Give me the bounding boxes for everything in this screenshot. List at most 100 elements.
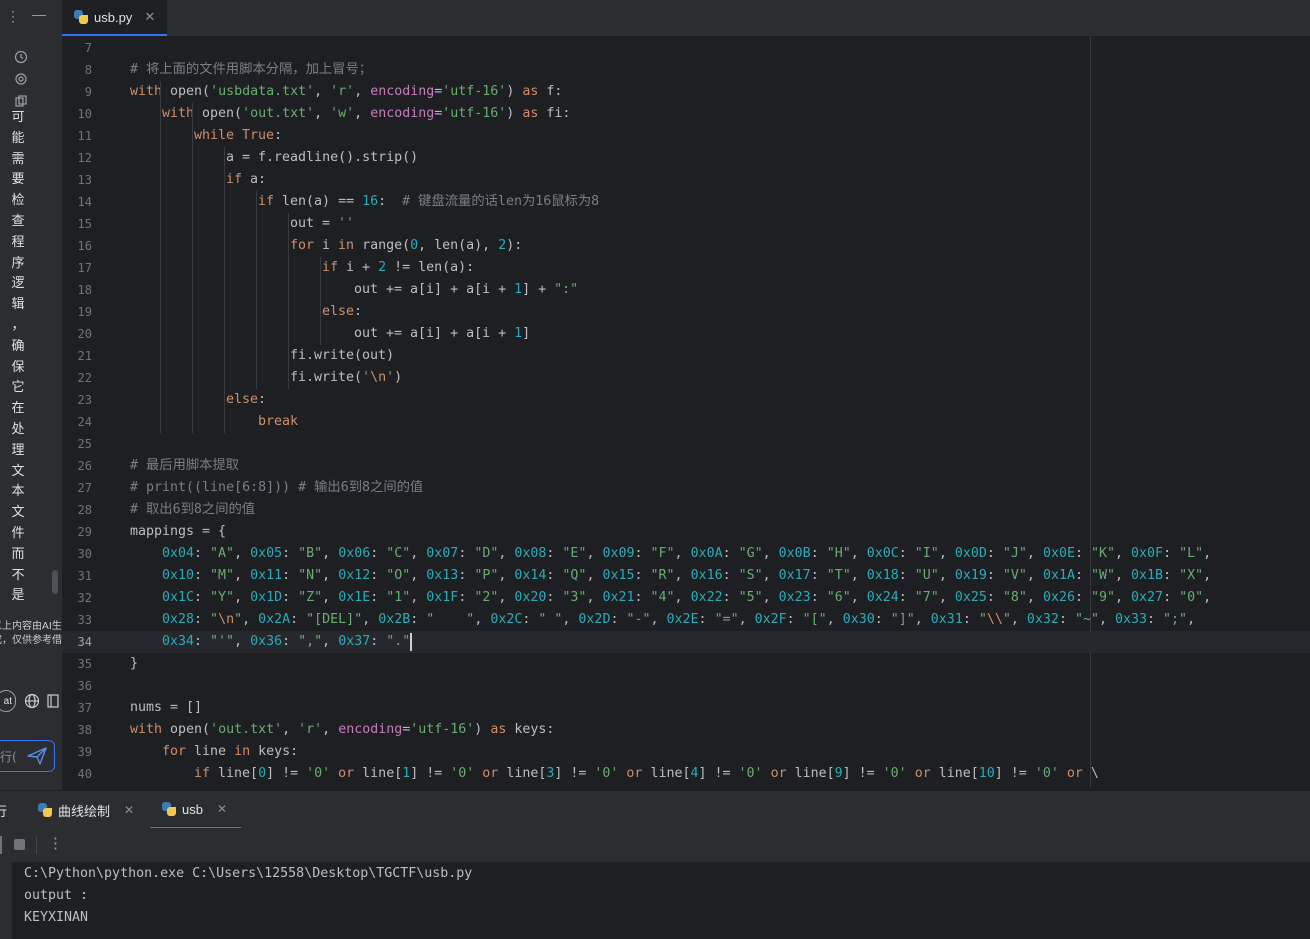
- code-line[interactable]: 14 if len(a) == 16: # 键盘流量的话len为16鼠标为8: [62, 191, 1310, 213]
- chat-input-placeholder: 行(: [0, 750, 17, 764]
- code-line[interactable]: 34 0x34: "'", 0x36: ",", 0x37: ".": [62, 631, 1310, 653]
- code-token: if: [322, 260, 347, 275]
- code-line[interactable]: 22 fi.write('\n'): [62, 367, 1310, 389]
- code-line[interactable]: 8 # 将上面的文件用脚本分隔，加上冒号；: [62, 59, 1310, 81]
- code-token: ,: [562, 612, 579, 627]
- console-gutter: [0, 862, 12, 939]
- panel-scrollbar[interactable]: [52, 570, 58, 594]
- code-line[interactable]: 27 # print((line[6:8])) # 输出6到8之间的值: [62, 477, 1310, 499]
- run-tab[interactable]: 行: [0, 791, 7, 829]
- code-line[interactable]: 31 0x10: "M", 0x11: "N", 0x12: "O", 0x13:…: [62, 565, 1310, 587]
- code-token: ";": [1163, 612, 1188, 627]
- code-token: ,: [322, 546, 339, 561]
- code-token: or: [330, 766, 363, 781]
- code-line[interactable]: 28 # 取出6到8之间的值: [62, 499, 1310, 521]
- code-token: "[": [802, 612, 827, 627]
- line-number: 40: [77, 767, 92, 781]
- code-line[interactable]: 29 mappings = {: [62, 521, 1310, 543]
- code-line[interactable]: 33 0x28: "\n", 0x2A: "[DEL]", 0x2B: " ", …: [62, 609, 1310, 631]
- code-line[interactable]: 37 nums = []: [62, 697, 1310, 719]
- globe-icon[interactable]: [24, 693, 40, 712]
- code-token: # 取出6到8之间的值: [130, 502, 256, 517]
- code-line[interactable]: 13 if a:: [62, 169, 1310, 191]
- close-icon[interactable]: ✕: [217, 802, 227, 816]
- code-line[interactable]: 17 if i + 2 != len(a):: [62, 257, 1310, 279]
- code-line[interactable]: 35}: [62, 653, 1310, 675]
- code-line[interactable]: 18 out += a[i] + a[i + 1] + ":": [62, 279, 1310, 301]
- tab-usb-py[interactable]: usb.py ✕: [62, 0, 168, 36]
- minimize-icon[interactable]: —: [32, 6, 46, 22]
- code-line[interactable]: 10 with open('out.txt', 'w', encoding='ut…: [62, 103, 1310, 125]
- code-line[interactable]: 15 out = '': [62, 213, 1310, 235]
- code-line[interactable]: 24 break: [62, 411, 1310, 433]
- code-token: line: [194, 744, 235, 759]
- code-line[interactable]: 20 out += a[i] + a[i + 1]: [62, 323, 1310, 345]
- code-token: if: [258, 194, 283, 209]
- stop-icon[interactable]: [14, 839, 25, 850]
- code-line[interactable]: 23 else:: [62, 389, 1310, 411]
- close-icon[interactable]: ✕: [124, 803, 134, 817]
- code-line[interactable]: 39 for line in keys:: [62, 741, 1310, 763]
- code-token: or: [906, 766, 939, 781]
- code-token: 1: [514, 326, 523, 341]
- settings-icon[interactable]: [14, 72, 28, 89]
- ai-response-text: 可能需要检查程序逻辑 ， 确保它在处理文本文件而不是: [10, 108, 26, 607]
- history-icon[interactable]: [14, 50, 28, 67]
- run-tab[interactable]: usb ✕: [150, 791, 242, 829]
- code-line[interactable]: 16 for i in range(0, len(a), 2):: [62, 235, 1310, 257]
- code-token: mappings = {: [130, 524, 227, 539]
- code-token: 0x06: [338, 546, 371, 561]
- code-token: :: [282, 590, 299, 605]
- code-line[interactable]: 30 0x04: "A", 0x05: "B", 0x06: "C", 0x07:…: [62, 543, 1310, 565]
- code-token: '0': [1034, 766, 1059, 781]
- code-line[interactable]: 9 with open('usbdata.txt', 'r', encoding=…: [62, 81, 1310, 103]
- code-token: line[: [794, 766, 835, 781]
- code-token: :: [898, 590, 915, 605]
- run-tab[interactable]: 曲线绘制 ✕: [38, 791, 134, 829]
- code-token: :: [410, 612, 427, 627]
- code-line[interactable]: 21 fi.write(out): [62, 345, 1310, 367]
- code-line[interactable]: 12 a = f.readline().strip(): [62, 147, 1310, 169]
- code-editor[interactable]: 7 8 # 将上面的文件用脚本分隔，加上冒号； 9 with open('usbdata…: [62, 37, 1310, 787]
- code-token: ,: [474, 612, 491, 627]
- code-line[interactable]: 40 if line[0] != '0' or line[1] != '0' or…: [62, 763, 1310, 785]
- code-line[interactable]: 19 else:: [62, 301, 1310, 323]
- book-icon[interactable]: [46, 693, 60, 712]
- more-actions-icon[interactable]: ⋮: [48, 834, 63, 852]
- code-token: ": [1002, 612, 1011, 627]
- code-token: ,: [314, 84, 331, 99]
- code-token: ,: [586, 568, 603, 583]
- code-token: "T": [826, 568, 851, 583]
- code-token: ] !=: [410, 766, 451, 781]
- code-token: ): [506, 84, 523, 99]
- code-line[interactable]: 32 0x1C: "Y", 0x1D: "Z", 0x1E: "1", 0x1F:…: [62, 587, 1310, 609]
- code-token: :: [986, 568, 1003, 583]
- code-line[interactable]: 36: [62, 675, 1310, 697]
- code-line[interactable]: 7: [62, 37, 1310, 59]
- code-line[interactable]: 25: [62, 433, 1310, 455]
- chat-input[interactable]: 行(: [0, 740, 55, 772]
- code-token: 'r': [330, 84, 355, 99]
- code-line[interactable]: 26 # 最后用脚本提取: [62, 455, 1310, 477]
- code-token: i: [322, 238, 339, 253]
- code-token: "L": [1179, 546, 1204, 561]
- code-token: :: [354, 304, 363, 319]
- code-token: :: [458, 568, 475, 583]
- code-token: "-": [626, 612, 651, 627]
- code-token: 0x27: [1131, 590, 1164, 605]
- code-line[interactable]: 38 with open('out.txt', 'r', encoding='ut…: [62, 719, 1310, 741]
- code-token: with: [130, 84, 171, 99]
- more-options-icon[interactable]: ⋮: [6, 8, 20, 25]
- code-token: :: [634, 590, 651, 605]
- code-token: len(a) ==: [282, 194, 363, 209]
- run-console[interactable]: C:\Python\python.exe C:\Users\12558\Desk…: [0, 862, 1310, 939]
- code-token: "'": [210, 634, 235, 649]
- chat-mode-toggle[interactable]: at: [0, 690, 16, 712]
- line-number: 22: [77, 371, 92, 385]
- code-line[interactable]: 11 while True:: [62, 125, 1310, 147]
- close-icon[interactable]: ✕: [144, 9, 155, 25]
- code-token: 'out.txt': [210, 722, 283, 737]
- code-token: f:: [546, 84, 563, 99]
- send-icon[interactable]: [26, 746, 48, 771]
- code-token: # 最后用脚本提取: [130, 458, 240, 473]
